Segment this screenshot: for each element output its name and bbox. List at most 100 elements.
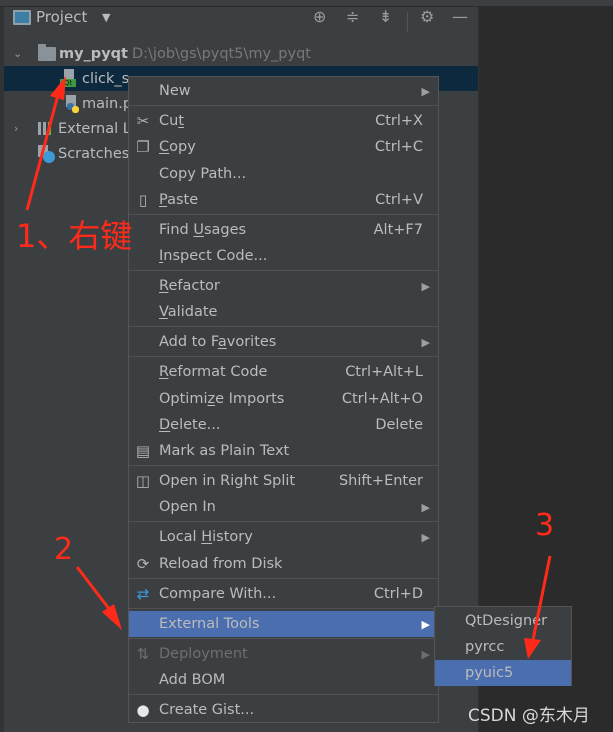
python-file-icon <box>64 95 80 113</box>
compare-icon: ⇄ <box>136 585 150 603</box>
collapse-all-icon[interactable]: ⇟ <box>379 8 392 26</box>
file-name: main.p <box>82 95 133 112</box>
watermark: CSDN @东木月 <box>468 706 590 726</box>
project-path: D:\job\gs\pyqt5\my_pyqt <box>132 45 311 62</box>
submenu-arrow-icon: ▶ <box>421 279 430 293</box>
menu-item-label: External Tools <box>159 616 260 632</box>
menu-item-shortcut: Alt+F7 <box>373 222 423 238</box>
scratches-icon <box>38 145 56 163</box>
menu-item-label: Inspect Code... <box>159 248 268 264</box>
menu-item-paste[interactable]: ▯ Paste Ctrl+V <box>129 187 438 213</box>
library-icon <box>38 122 54 135</box>
menu-item-validate[interactable]: Validate <box>129 299 438 325</box>
locate-icon[interactable]: ⊕ <box>313 8 326 26</box>
menu-item-label: Copy <box>159 139 196 155</box>
menu-separator <box>129 214 438 215</box>
menu-item-label: Compare With... <box>159 586 277 602</box>
menu-item-new[interactable]: New ▶ <box>129 78 438 104</box>
menu-separator <box>129 694 438 695</box>
annotation-step-1: 1、右键 <box>16 217 133 255</box>
menu-item-shortcut: Shift+Enter <box>338 473 423 489</box>
submenu-item-pyuic5[interactable]: pyuic5 <box>435 660 571 686</box>
menu-item-label: Copy Path... <box>159 166 247 182</box>
header-divider <box>407 12 408 32</box>
menu-item-shortcut: Ctrl+V <box>375 192 423 208</box>
submenu-arrow-icon: ▶ <box>421 500 430 514</box>
menu-item-shortcut: Ctrl+Alt+L <box>345 364 423 380</box>
menu-item-label: Open in Right Split <box>159 473 296 489</box>
project-window-icon <box>13 10 31 25</box>
menu-item-deployment[interactable]: ⇅ Deployment ▶ <box>129 641 438 667</box>
menu-item-shortcut: Ctrl+X <box>375 113 423 129</box>
menu-item-add-bom[interactable]: Add BOM <box>129 667 438 693</box>
menu-separator <box>129 356 438 357</box>
menu-item-mark-as-plain-text[interactable]: ▤ Mark as Plain Text <box>129 438 438 464</box>
menu-item-label: Find Usages <box>159 222 247 238</box>
menu-separator <box>129 465 438 466</box>
menu-item-label: Open In <box>159 499 216 515</box>
menu-item-copy-path[interactable]: Copy Path... <box>129 161 438 187</box>
menu-item-label: New <box>159 83 191 99</box>
menu-item-delete[interactable]: Delete... Delete <box>129 412 438 438</box>
chevron-right-icon[interactable]: › <box>14 122 18 135</box>
split-icon: ◫ <box>135 472 151 490</box>
context-menu: New ▶ ✂ Cut Ctrl+X ❐ Copy Ctrl+C Copy Path... ▯ Pa… <box>128 76 439 723</box>
gear-icon[interactable]: ⚙ <box>420 8 434 26</box>
menu-item-shortcut: Delete <box>375 417 423 433</box>
menu-item-label: Add BOM <box>159 672 226 688</box>
tree-label: External L <box>58 120 131 137</box>
deployment-icon: ⇅ <box>136 645 150 663</box>
menu-item-label: Mark as Plain Text <box>159 443 290 459</box>
submenu-arrow-icon: ▶ <box>421 530 430 544</box>
tree-label: Scratches <box>58 145 130 162</box>
paste-icon: ▯ <box>138 191 148 209</box>
submenu-item-pyrcc[interactable]: pyrcc <box>435 634 571 660</box>
menu-item-add-to-favorites[interactable]: Add to Favorites ▶ <box>129 329 438 355</box>
external-tools-submenu: QtDesigner pyrcc pyuic5 <box>434 606 572 686</box>
menu-item-label: Paste <box>159 192 199 208</box>
menu-item-compare-with[interactable]: ⇄ Compare With... Ctrl+D <box>129 581 438 607</box>
project-name: my_pyqt <box>59 45 128 62</box>
menu-item-label: Add to Favorites <box>159 334 277 350</box>
github-icon: ● <box>136 701 150 719</box>
menu-item-optimize-imports[interactable]: Optimize Imports Ctrl+Alt+O <box>129 386 438 412</box>
menu-item-label: Refactor <box>159 278 220 294</box>
submenu-item-label: pyrcc <box>465 639 505 655</box>
submenu-item-label: QtDesigner <box>465 613 548 629</box>
menu-item-find-usages[interactable]: Find Usages Alt+F7 <box>129 217 438 243</box>
menu-item-open-in-right-split[interactable]: ◫ Open in Right Split Shift+Enter <box>129 468 438 494</box>
tree-item-project-root[interactable]: ⌄ my_pyqt D:\job\gs\pyqt5\my_pyqt <box>4 41 478 66</box>
file-name: click_s <box>82 70 130 87</box>
submenu-arrow-icon: ▶ <box>421 84 430 98</box>
menu-item-refactor[interactable]: Refactor ▶ <box>129 273 438 299</box>
menu-item-label: Reload from Disk <box>159 556 283 572</box>
menu-separator <box>129 638 438 639</box>
menu-item-inspect-code[interactable]: Inspect Code... <box>129 243 438 269</box>
menu-item-external-tools[interactable]: External Tools ▶ <box>129 611 438 637</box>
minimize-icon[interactable]: — <box>452 8 468 26</box>
folder-icon <box>38 44 56 61</box>
menu-item-label: Deployment <box>159 646 248 662</box>
submenu-arrow-icon: ▶ <box>421 617 430 631</box>
menu-item-shortcut: Ctrl+D <box>373 586 423 602</box>
scissors-icon: ✂ <box>136 112 150 130</box>
menu-item-reload-from-disk[interactable]: ⟳ Reload from Disk <box>129 551 438 577</box>
project-view-selector[interactable]: Project <box>36 8 87 26</box>
menu-item-reformat-code[interactable]: Reformat Code Ctrl+Alt+L <box>129 359 438 385</box>
expand-all-icon[interactable]: ≑ <box>346 8 359 26</box>
menu-item-cut[interactable]: ✂ Cut Ctrl+X <box>129 108 438 134</box>
menu-item-copy[interactable]: ❐ Copy Ctrl+C <box>129 134 438 160</box>
menu-item-open-in[interactable]: Open In ▶ <box>129 494 438 520</box>
chevron-down-icon[interactable]: ▼ <box>102 11 110 24</box>
menu-separator <box>129 270 438 271</box>
submenu-arrow-icon: ▶ <box>421 335 430 349</box>
menu-item-label: Delete... <box>159 417 221 433</box>
submenu-item-qtdesigner[interactable]: QtDesigner <box>435 608 571 634</box>
top-tab-bar <box>0 0 613 7</box>
menu-item-local-history[interactable]: Local History ▶ <box>129 524 438 550</box>
menu-item-create-gist[interactable]: ● Create Gist... <box>129 697 438 723</box>
chevron-down-icon[interactable]: ⌄ <box>13 47 22 60</box>
menu-separator <box>129 521 438 522</box>
menu-item-label: Create Gist... <box>159 702 255 718</box>
menu-item-label: Reformat Code <box>159 364 268 380</box>
